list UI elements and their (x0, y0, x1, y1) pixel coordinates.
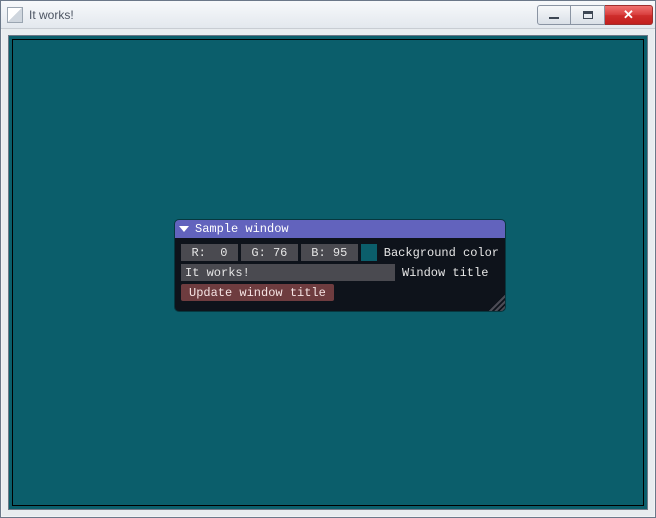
panel-title: Sample window (195, 222, 289, 236)
update-button-row: Update window title (181, 284, 499, 301)
color-g-value: 76 (273, 246, 287, 260)
background-color-row: R: 0 G: 76 B: 95 Background color (181, 244, 499, 261)
app-icon (7, 7, 23, 23)
window-title-input[interactable]: It works! (181, 264, 395, 281)
color-g-label: G: (251, 246, 265, 260)
window-title: It works! (29, 8, 74, 22)
color-b-field[interactable]: B: 95 (301, 244, 358, 261)
maximize-icon (583, 11, 593, 19)
minimize-button[interactable] (537, 5, 571, 25)
update-window-title-button[interactable]: Update window title (181, 284, 334, 301)
color-g-field[interactable]: G: 76 (241, 244, 298, 261)
color-b-value: 95 (333, 246, 347, 260)
maximize-button[interactable] (571, 5, 605, 25)
os-window: It works! ✕ Sample window R: 0 G: 76 (0, 0, 656, 518)
client-area: Sample window R: 0 G: 76 B: 95 Backgroun… (8, 35, 648, 510)
color-r-label: R: (191, 246, 205, 260)
panel-header[interactable]: Sample window (175, 220, 505, 238)
color-r-field[interactable]: R: 0 (181, 244, 238, 261)
resize-grip-icon[interactable] (487, 293, 505, 311)
background-color-label: Background color (384, 246, 499, 260)
panel-body: R: 0 G: 76 B: 95 Background color It wor… (175, 238, 505, 311)
close-button[interactable]: ✕ (605, 5, 653, 25)
minimize-icon (549, 17, 559, 19)
collapse-icon[interactable] (179, 226, 189, 232)
window-title-label: Window title (402, 266, 488, 280)
sample-window-panel[interactable]: Sample window R: 0 G: 76 B: 95 Backgroun… (175, 220, 505, 311)
color-b-label: B: (311, 246, 325, 260)
window-title-row: It works! Window title (181, 264, 499, 281)
color-r-value: 0 (220, 246, 227, 260)
color-swatch[interactable] (361, 244, 377, 261)
window-title-input-value: It works! (185, 266, 250, 280)
window-controls: ✕ (537, 5, 653, 25)
titlebar[interactable]: It works! ✕ (1, 1, 655, 29)
close-icon: ✕ (623, 7, 634, 23)
